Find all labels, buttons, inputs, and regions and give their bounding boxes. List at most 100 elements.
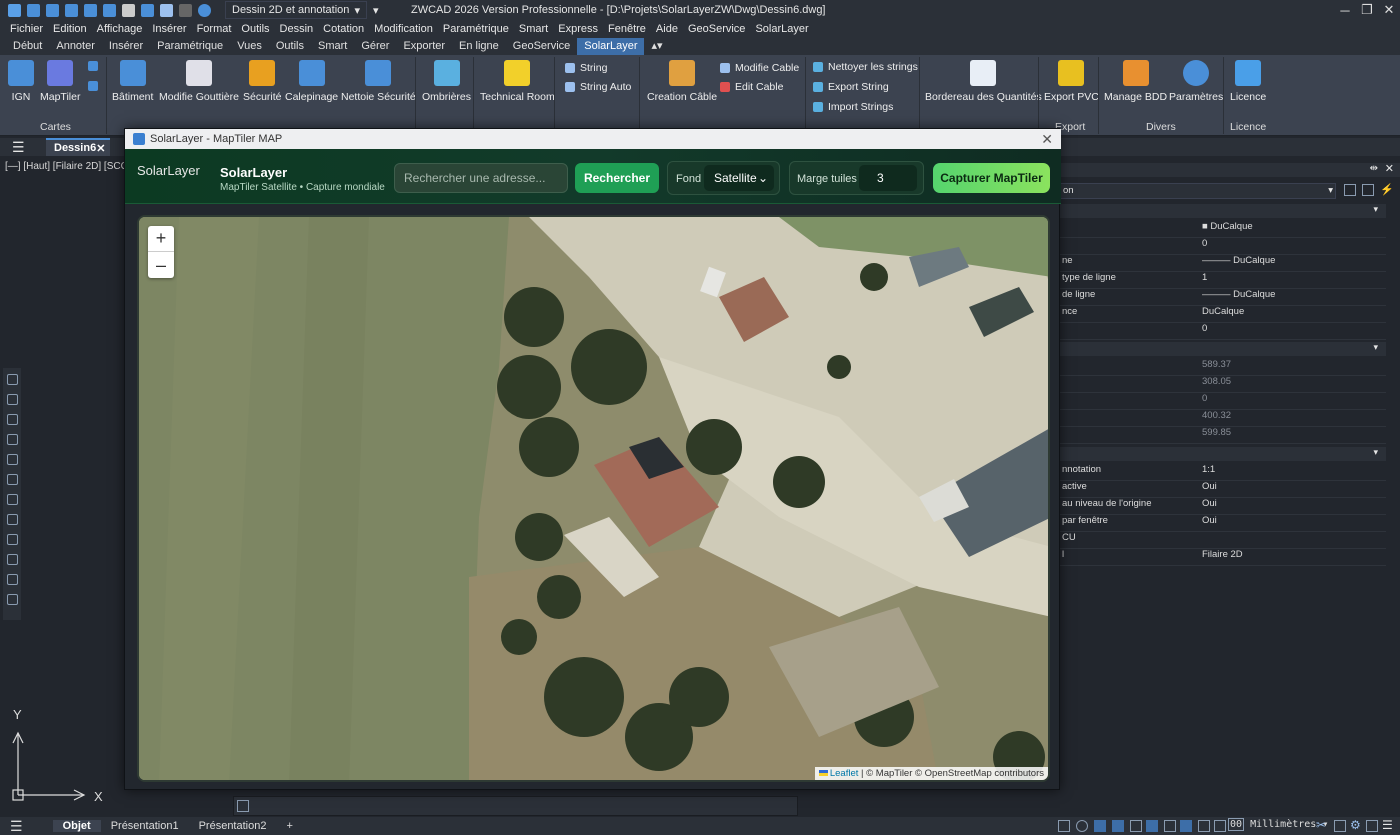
doc-tab-dessin6[interactable]: Dessin6 ✕	[46, 138, 110, 156]
nettoie-securite-button[interactable]: Nettoie Sécurité	[341, 57, 416, 103]
menu-format[interactable]: Format	[192, 23, 237, 35]
parametres-button[interactable]: Paramètres	[1169, 57, 1223, 103]
sheet-icon[interactable]	[6, 494, 18, 505]
viewport-label[interactable]: [—] [Haut] [Filaire 2D] [SCG]	[5, 161, 131, 172]
preview-icon[interactable]	[141, 3, 154, 17]
select-objects-icon[interactable]	[1344, 184, 1356, 196]
cartes-small-1[interactable]	[88, 61, 98, 71]
close-icon[interactable]: ✕	[1041, 131, 1053, 148]
save-as-icon[interactable]	[84, 3, 97, 17]
lineweight-icon[interactable]	[1164, 820, 1176, 832]
dialog-title-bar[interactable]: SolarLayer - MapTiler MAP ✕	[125, 129, 1061, 149]
print-icon[interactable]	[122, 3, 135, 17]
undo-icon[interactable]	[160, 3, 173, 17]
gear-icon[interactable]	[6, 594, 18, 605]
hamburger-icon[interactable]: ☰	[12, 139, 25, 156]
minimize-icon[interactable]: ─	[1334, 0, 1356, 20]
prop-row[interactable]: par fenêtre Oui	[1060, 515, 1386, 532]
prop-row[interactable]: de ligne ——— DuCalque	[1060, 289, 1386, 306]
menu-affichage[interactable]: Affichage	[92, 23, 148, 35]
stack-icon[interactable]	[6, 474, 18, 485]
edit-cable-button[interactable]: Edit Cable	[720, 81, 783, 93]
object-type-select[interactable]: on ▾	[1060, 183, 1336, 199]
menu-dessin[interactable]: Dessin	[275, 23, 319, 35]
tab-inserer[interactable]: Insérer	[102, 38, 150, 55]
menu-fenetre[interactable]: Fenêtre	[603, 23, 651, 35]
menu-geoservice[interactable]: GeoService	[683, 23, 750, 35]
otrack-icon[interactable]	[1146, 820, 1158, 832]
export-string-button[interactable]: Export String	[813, 81, 889, 93]
close-icon[interactable]: ✕	[96, 142, 105, 155]
menu-smart[interactable]: Smart	[514, 23, 553, 35]
ign-button[interactable]: IGN	[8, 57, 34, 103]
search-button[interactable]: Rechercher	[575, 163, 659, 193]
transparency-icon[interactable]	[1180, 820, 1192, 832]
fullscreen-icon[interactable]	[1366, 820, 1378, 832]
prop-row[interactable]: 308.05	[1060, 376, 1386, 393]
redo-icon[interactable]	[179, 3, 192, 17]
prop-row[interactable]: 589.37	[1060, 359, 1386, 376]
tab-geoservice[interactable]: GeoService	[506, 38, 577, 55]
layout-tab-objet[interactable]: Objet	[52, 820, 101, 832]
technical-room-button[interactable]: Technical Room	[480, 57, 555, 103]
prop-row[interactable]: ne ——— DuCalque	[1060, 255, 1386, 272]
import-strings-button[interactable]: Import Strings	[813, 101, 893, 113]
bordereau-button[interactable]: Bordereau des Quantités	[925, 57, 1042, 103]
layout-tab-presentation1[interactable]: Présentation1	[101, 820, 189, 832]
securite-button[interactable]: Sécurité	[243, 57, 282, 103]
tab-smart[interactable]: Smart	[311, 38, 354, 55]
prop-row[interactable]: au niveau de l'origine Oui	[1060, 498, 1386, 515]
help-icon[interactable]	[198, 3, 211, 17]
prop-row[interactable]: 400.32	[1060, 410, 1386, 427]
dimension-icon[interactable]	[6, 434, 18, 445]
close-icon[interactable]: ✕	[1385, 162, 1394, 175]
new-file-icon[interactable]	[27, 3, 40, 17]
qa-dropdown-icon[interactable]: ▾	[373, 4, 379, 17]
ruler-icon[interactable]	[6, 574, 18, 585]
tab-gerer[interactable]: Gérer	[354, 38, 396, 55]
zoom-out-button[interactable]: –	[148, 252, 174, 278]
annotation-scale-icon[interactable]: ✂	[1316, 818, 1326, 832]
menu-modification[interactable]: Modification	[369, 23, 438, 35]
menu-solarlayer[interactable]: SolarLayer	[750, 23, 813, 35]
prop-row[interactable]: type de ligne 1	[1060, 272, 1386, 289]
batiment-button[interactable]: Bâtiment	[112, 57, 153, 103]
ortho-icon[interactable]	[1094, 820, 1106, 832]
prop-row[interactable]: nce DuCalque	[1060, 306, 1386, 323]
open-folder-icon[interactable]	[46, 3, 59, 17]
workspace-icon[interactable]	[1334, 820, 1346, 832]
command-line[interactable]	[233, 796, 798, 816]
snap-icon[interactable]	[1076, 820, 1088, 832]
prop-row[interactable]: 0	[1060, 393, 1386, 410]
prop-row[interactable]: l Filaire 2D	[1060, 549, 1386, 566]
maptiler-button[interactable]: MapTiler	[40, 57, 80, 103]
tab-debut[interactable]: Début	[6, 38, 49, 55]
marge-tuiles-input[interactable]: 3	[859, 165, 917, 191]
tab-exporter[interactable]: Exporter	[396, 38, 452, 55]
prop-row[interactable]: 0	[1060, 238, 1386, 255]
layout-tab-presentation2[interactable]: Présentation2	[189, 820, 277, 832]
menu-express[interactable]: Express	[553, 23, 603, 35]
app-icon[interactable]	[8, 3, 21, 17]
prop-row[interactable]: active Oui	[1060, 481, 1386, 498]
properties-icon[interactable]	[6, 394, 18, 405]
gear-icon[interactable]: ⚙	[1350, 818, 1361, 832]
section-general[interactable]: ▾	[1060, 204, 1386, 218]
workspace-select[interactable]: Dessin 2D et annotation ▾	[225, 1, 367, 19]
menu-edition[interactable]: Edition	[48, 23, 92, 35]
ribbon-toggle-icon[interactable]: ▴▾	[644, 38, 669, 55]
list-icon[interactable]	[6, 414, 18, 425]
toggle-pickadd-icon[interactable]: ⚡	[1380, 183, 1394, 196]
section-view[interactable]: ▾	[1060, 342, 1386, 356]
menu-inserer[interactable]: Insérer	[147, 23, 191, 35]
section-misc[interactable]: ▾	[1060, 447, 1386, 461]
tab-en-ligne[interactable]: En ligne	[452, 38, 506, 55]
tab-outils[interactable]: Outils	[269, 38, 311, 55]
tab-annoter[interactable]: Annoter	[49, 38, 102, 55]
tab-solarlayer[interactable]: SolarLayer	[577, 38, 645, 55]
modifie-gouttiere-button[interactable]: Modifie Gouttière	[159, 57, 239, 103]
string-button[interactable]: String	[565, 62, 607, 74]
string-auto-button[interactable]: String Auto	[565, 81, 631, 93]
menu-icon[interactable]: ☰	[1382, 818, 1393, 832]
ombrieres-button[interactable]: Ombrières	[422, 57, 471, 103]
